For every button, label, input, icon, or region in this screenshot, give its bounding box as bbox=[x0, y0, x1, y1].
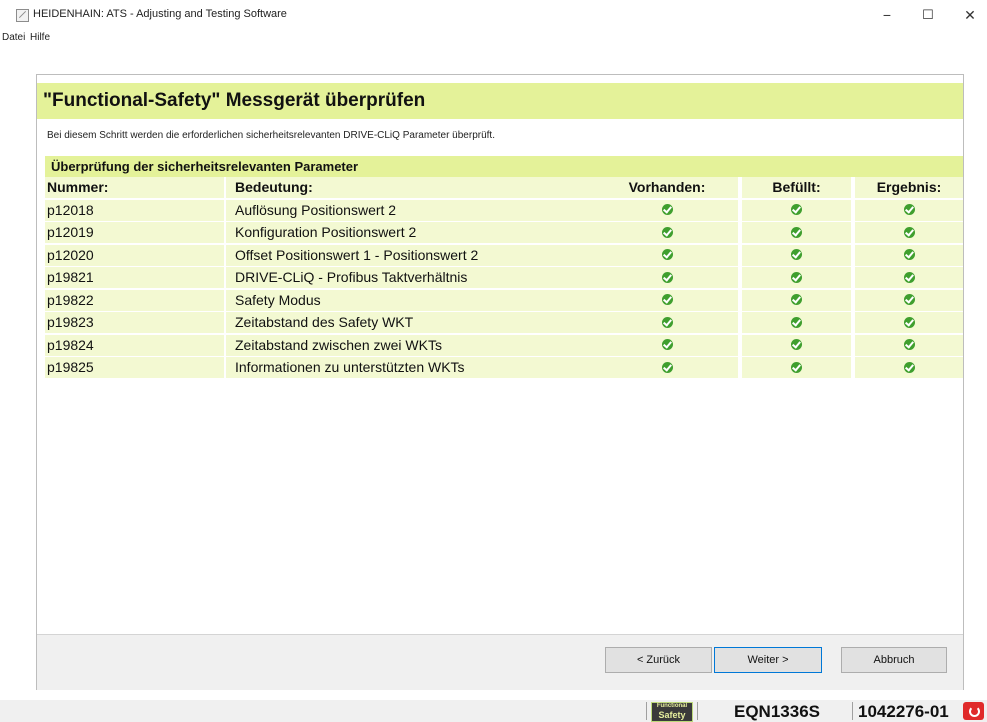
parameter-meaning: Zeitabstand des Safety WKT bbox=[226, 312, 600, 333]
device-name: EQN1336S bbox=[734, 702, 820, 721]
check-icon bbox=[791, 249, 802, 261]
check-icon bbox=[903, 361, 915, 373]
title-bar: HEIDENHAIN: ATS - Adjusting and Testing … bbox=[0, 0, 987, 30]
app-icon bbox=[16, 9, 29, 22]
page-description: Bei diesem Schritt werden die erforderli… bbox=[47, 130, 495, 141]
check-icon bbox=[661, 204, 673, 216]
check-icon bbox=[791, 361, 802, 373]
parameter-number: p19822 bbox=[45, 289, 224, 311]
section-title: Überprüfung der sicherheitsrelevanten Pa… bbox=[51, 159, 359, 174]
check-icon bbox=[903, 249, 915, 261]
check-icon bbox=[903, 316, 915, 328]
column-header-vorhanden: Vorhanden: bbox=[596, 177, 738, 198]
button-bar: < Zurück Weiter > Abbruch bbox=[37, 634, 963, 690]
parameter-meaning: Safety Modus bbox=[226, 289, 600, 311]
status-divider bbox=[646, 702, 647, 720]
parameter-number: p12019 bbox=[45, 222, 224, 243]
check-icon bbox=[661, 361, 673, 373]
back-button[interactable]: < Zurück bbox=[605, 647, 712, 673]
check-icon bbox=[791, 204, 802, 216]
close-button[interactable]: ✕ bbox=[956, 4, 984, 26]
table-row: p19825 Informationen zu unterstützten WK… bbox=[45, 357, 963, 380]
menu-hilfe[interactable]: Hilfe bbox=[30, 32, 50, 43]
table-row: p12018 Auflösung Positionswert 2 bbox=[45, 199, 963, 223]
logo-line2: Safety bbox=[658, 710, 686, 720]
column-header-befuellt: Befüllt: bbox=[742, 177, 851, 198]
table-header-row: Nummer: Bedeutung: Vorhanden: Befüllt: E… bbox=[45, 177, 963, 200]
check-icon bbox=[903, 226, 915, 238]
check-icon bbox=[661, 249, 673, 261]
maximize-button[interactable]: ☐ bbox=[914, 4, 942, 26]
column-header-bedeutung: Bedeutung: bbox=[226, 177, 600, 198]
check-icon bbox=[661, 339, 673, 351]
parameter-number: p19824 bbox=[45, 334, 224, 356]
page-header: "Functional-Safety" Messgerät überprüfen bbox=[37, 83, 963, 119]
connection-status-icon[interactable] bbox=[963, 702, 984, 720]
check-icon bbox=[661, 316, 673, 328]
check-icon bbox=[791, 339, 802, 351]
parameter-number: p19825 bbox=[45, 357, 224, 378]
status-divider bbox=[697, 702, 698, 720]
check-icon bbox=[661, 271, 673, 283]
logo-line1: Functional bbox=[656, 703, 688, 709]
section-header: Überprüfung der sicherheitsrelevanten Pa… bbox=[45, 156, 963, 177]
wizard-panel: "Functional-Safety" Messgerät überprüfen… bbox=[36, 74, 964, 690]
check-icon bbox=[791, 316, 802, 328]
parameter-meaning: Auflösung Positionswert 2 bbox=[226, 199, 600, 221]
check-icon bbox=[661, 294, 673, 306]
check-icon bbox=[903, 339, 915, 351]
check-icon bbox=[791, 271, 802, 283]
parameter-meaning: Offset Positionswert 1 - Positionswert 2 bbox=[226, 244, 600, 266]
table-row: p19822 Safety Modus bbox=[45, 289, 963, 313]
check-icon bbox=[791, 294, 802, 306]
table-row: p19824 Zeitabstand zwischen zwei WKTs bbox=[45, 334, 963, 358]
check-icon bbox=[903, 294, 915, 306]
page-title: "Functional-Safety" Messgerät überprüfen bbox=[43, 90, 426, 111]
parameter-meaning: Zeitabstand zwischen zwei WKTs bbox=[226, 334, 600, 356]
window-title: HEIDENHAIN: ATS - Adjusting and Testing … bbox=[33, 8, 287, 20]
check-icon bbox=[903, 204, 915, 216]
column-header-nummer: Nummer: bbox=[45, 177, 224, 198]
parameter-number: p19823 bbox=[45, 312, 224, 333]
menu-bar: Datei Hilfe bbox=[0, 29, 987, 47]
parameter-meaning: Konfiguration Positionswert 2 bbox=[226, 222, 600, 243]
parameter-number: p12018 bbox=[45, 199, 224, 221]
status-divider bbox=[852, 702, 853, 720]
parameter-meaning: DRIVE-CLiQ - Profibus Taktverhältnis bbox=[226, 267, 600, 288]
device-id: 1042276-01 bbox=[858, 702, 949, 721]
cancel-button[interactable]: Abbruch bbox=[841, 647, 947, 673]
check-icon bbox=[661, 226, 673, 238]
check-icon bbox=[903, 271, 915, 283]
menu-datei[interactable]: Datei bbox=[2, 32, 25, 43]
check-icon bbox=[791, 226, 802, 238]
table-row: p12019 Konfiguration Positionswert 2 bbox=[45, 222, 963, 245]
minimize-button[interactable]: − bbox=[873, 4, 901, 26]
table-row: p12020 Offset Positionswert 1 - Position… bbox=[45, 244, 963, 268]
parameter-meaning: Informationen zu unterstützten WKTs bbox=[226, 357, 600, 378]
table-row: p19821 DRIVE-CLiQ - Profibus Taktverhält… bbox=[45, 267, 963, 290]
status-bar: Functional Safety EQN1336S 1042276-01 bbox=[0, 700, 987, 722]
parameter-number: p19821 bbox=[45, 267, 224, 288]
parameter-table: Nummer: Bedeutung: Vorhanden: Befüllt: E… bbox=[45, 177, 963, 380]
next-button[interactable]: Weiter > bbox=[714, 647, 822, 673]
column-header-ergebnis: Ergebnis: bbox=[855, 177, 963, 198]
table-row: p19823 Zeitabstand des Safety WKT bbox=[45, 312, 963, 335]
functional-safety-logo: Functional Safety bbox=[651, 702, 693, 722]
parameter-number: p12020 bbox=[45, 244, 224, 266]
